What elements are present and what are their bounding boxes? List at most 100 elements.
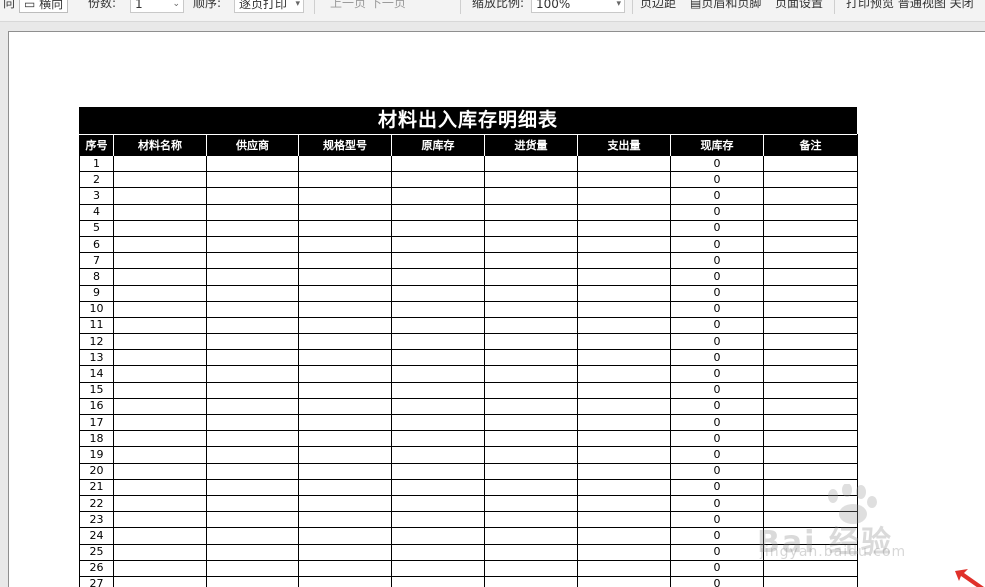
table-cell[interactable] [484, 381, 578, 399]
table-cell[interactable] [298, 219, 392, 237]
table-cell[interactable] [577, 494, 671, 513]
table-cell[interactable] [484, 397, 578, 416]
table-cell[interactable] [484, 203, 578, 221]
table-cell[interactable] [113, 333, 207, 351]
current-stock-cell[interactable]: 0 [670, 397, 764, 416]
current-stock-cell[interactable]: 0 [670, 494, 764, 513]
table-cell[interactable] [763, 252, 858, 270]
table-cell[interactable] [484, 575, 578, 587]
table-cell[interactable] [391, 154, 485, 173]
table-cell[interactable] [206, 511, 299, 529]
table-cell[interactable] [298, 478, 392, 496]
row-number-cell[interactable]: 26 [79, 559, 114, 577]
orientation-landscape-button[interactable]: ▭ 横向 [19, 0, 69, 13]
row-number-cell[interactable]: 22 [79, 494, 114, 513]
table-cell[interactable] [484, 154, 578, 173]
table-cell[interactable] [206, 446, 299, 464]
table-cell[interactable] [484, 478, 578, 496]
table-cell[interactable] [113, 300, 207, 318]
table-cell[interactable] [391, 365, 485, 383]
table-cell[interactable] [391, 349, 485, 367]
table-cell[interactable] [577, 462, 671, 480]
table-cell[interactable] [577, 219, 671, 237]
row-number-cell[interactable]: 7 [79, 252, 114, 270]
table-cell[interactable] [484, 413, 578, 432]
print-options-buttons[interactable]: 打印预览 普通视图 关闭 [846, 0, 974, 13]
current-stock-cell[interactable]: 0 [670, 154, 764, 173]
table-cell[interactable] [298, 171, 392, 189]
current-stock-cell[interactable]: 0 [670, 413, 764, 432]
row-number-cell[interactable]: 3 [79, 187, 114, 205]
table-cell[interactable] [206, 171, 299, 189]
table-cell[interactable] [763, 284, 858, 302]
table-cell[interactable] [577, 203, 671, 221]
table-cell[interactable] [113, 316, 207, 335]
table-cell[interactable] [206, 559, 299, 577]
table-cell[interactable] [391, 235, 485, 254]
table-cell[interactable] [577, 430, 671, 448]
table-cell[interactable] [391, 300, 485, 318]
table-cell[interactable] [484, 219, 578, 237]
table-cell[interactable] [391, 559, 485, 577]
table-cell[interactable] [206, 316, 299, 335]
row-number-cell[interactable]: 9 [79, 284, 114, 302]
row-number-cell[interactable]: 16 [79, 397, 114, 416]
current-stock-cell[interactable]: 0 [670, 446, 764, 464]
table-cell[interactable] [298, 511, 392, 529]
table-cell[interactable] [113, 478, 207, 496]
table-cell[interactable] [298, 430, 392, 448]
table-cell[interactable] [391, 187, 485, 205]
table-cell[interactable] [298, 575, 392, 587]
current-stock-cell[interactable]: 0 [670, 430, 764, 448]
order-select[interactable]: 逐页打印 ▾ [234, 0, 304, 13]
table-cell[interactable] [391, 462, 485, 480]
row-number-cell[interactable]: 21 [79, 478, 114, 496]
table-cell[interactable] [206, 187, 299, 205]
table-cell[interactable] [298, 284, 392, 302]
row-number-cell[interactable]: 5 [79, 219, 114, 237]
table-cell[interactable] [484, 284, 578, 302]
table-cell[interactable] [113, 462, 207, 480]
table-cell[interactable] [484, 365, 578, 383]
row-number-cell[interactable]: 13 [79, 349, 114, 367]
table-cell[interactable] [113, 154, 207, 173]
current-stock-cell[interactable]: 0 [670, 284, 764, 302]
table-cell[interactable] [763, 203, 858, 221]
table-cell[interactable] [206, 478, 299, 496]
table-cell[interactable] [577, 316, 671, 335]
table-cell[interactable] [391, 252, 485, 270]
table-cell[interactable] [763, 187, 858, 205]
current-stock-cell[interactable]: 0 [670, 478, 764, 496]
table-cell[interactable] [113, 494, 207, 513]
table-cell[interactable] [206, 349, 299, 367]
table-cell[interactable] [113, 268, 207, 286]
table-cell[interactable] [298, 397, 392, 416]
table-cell[interactable] [763, 527, 858, 545]
table-cell[interactable] [577, 543, 671, 561]
table-cell[interactable] [113, 381, 207, 399]
stepper-arrows-icon[interactable]: ⌄ [172, 0, 180, 14]
table-cell[interactable] [113, 430, 207, 448]
table-cell[interactable] [763, 219, 858, 237]
table-cell[interactable] [484, 511, 578, 529]
current-stock-cell[interactable]: 0 [670, 171, 764, 189]
current-stock-cell[interactable]: 0 [670, 219, 764, 237]
table-cell[interactable] [577, 397, 671, 416]
table-cell[interactable] [577, 171, 671, 189]
table-cell[interactable] [484, 543, 578, 561]
row-number-cell[interactable]: 25 [79, 543, 114, 561]
row-number-cell[interactable]: 14 [79, 365, 114, 383]
table-cell[interactable] [206, 300, 299, 318]
table-cell[interactable] [391, 430, 485, 448]
margins-button[interactable]: 页边距 [640, 0, 676, 13]
table-cell[interactable] [298, 333, 392, 351]
table-cell[interactable] [113, 446, 207, 464]
table-cell[interactable] [391, 284, 485, 302]
page-nav-buttons[interactable]: 上一页 下一页 [330, 0, 406, 13]
table-cell[interactable] [577, 349, 671, 367]
table-cell[interactable] [577, 235, 671, 254]
table-cell[interactable] [391, 203, 485, 221]
table-cell[interactable] [763, 154, 858, 173]
table-cell[interactable] [763, 365, 858, 383]
table-cell[interactable] [391, 511, 485, 529]
